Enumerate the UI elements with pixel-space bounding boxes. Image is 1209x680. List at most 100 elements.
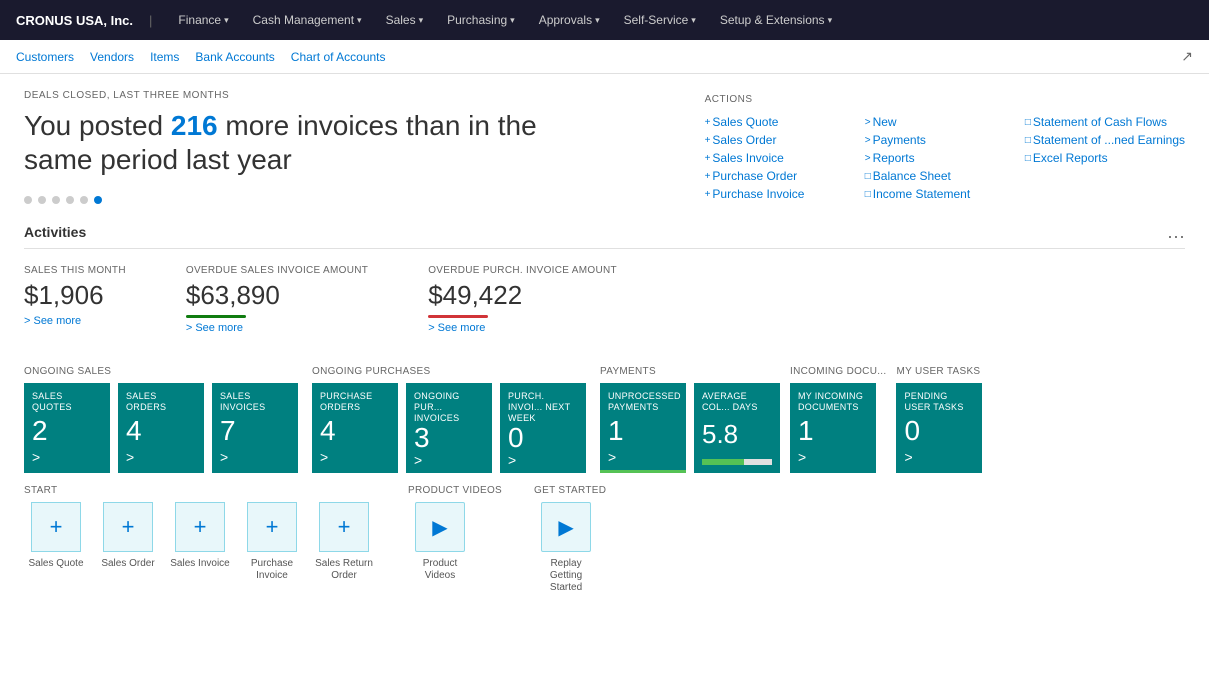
tile-avg-col-days[interactable]: AVERAGE COL... DAYS 5.8 (694, 383, 780, 473)
action-sales-order[interactable]: + Sales Order (705, 133, 865, 147)
action-sales-invoice[interactable]: + Sales Invoice (705, 151, 865, 165)
start-tile-sales-invoice[interactable]: + Sales Invoice (168, 502, 232, 582)
nav-item-finance[interactable]: Finance ▾ (168, 9, 238, 31)
tile-pending-user-tasks-value: 0 (904, 417, 974, 445)
tile-ongoing-pur-invoices[interactable]: ONGOING PUR... INVOICES 3 > (406, 383, 492, 473)
video-tile-replay-box[interactable]: ▶ (541, 502, 591, 552)
start-tile-sales-order-box[interactable]: + (103, 502, 153, 552)
metric-overdue-sales: OVERDUE SALES INVOICE AMOUNT $63,890 > S… (186, 265, 368, 334)
top-navigation: CRONUS USA, Inc. | Finance ▾ Cash Manage… (0, 0, 1209, 40)
metric-overdue-purch-link[interactable]: > See more (428, 322, 617, 334)
ongoing-sales-tiles: SALES QUOTES 2 > SALES ORDERS 4 > SALES … (24, 383, 302, 473)
user-tasks-tiles: PENDING USER TASKS 0 > (896, 383, 986, 473)
start-tile-purchase-invoice-box[interactable]: + (247, 502, 297, 552)
ongoing-purchases-label: ONGOING PURCHASES (312, 366, 590, 377)
overdue-sales-bar (186, 315, 246, 318)
subnav-chart-of-accounts[interactable]: Chart of Accounts (291, 50, 386, 64)
tile-unprocessed-payments[interactable]: UNPROCESSED PAYMENTS 1 > (600, 383, 686, 473)
ongoing-purchases-tiles: PURCHASE ORDERS 4 > ONGOING PUR... INVOI… (312, 383, 590, 473)
tile-unprocessed-payments-arrow: > (608, 449, 678, 465)
start-group: START + Sales Quote + Sales Order + Sale… (24, 485, 376, 594)
setup-chevron: ▾ (828, 15, 833, 26)
dot-2[interactable] (38, 196, 46, 204)
subnav-items[interactable]: Items (150, 50, 179, 64)
video-tile-replay[interactable]: ▶ Replay Getting Started (534, 502, 598, 594)
start-tile-sales-quote-box[interactable]: + (31, 502, 81, 552)
plus-icon-4: + (705, 171, 711, 182)
start-tile-purchase-invoice[interactable]: + Purchase Invoice (240, 502, 304, 582)
tile-sales-orders-value: 4 (126, 417, 196, 445)
action-purchase-invoice[interactable]: + Purchase Invoice (705, 187, 865, 201)
nav-item-setup[interactable]: Setup & Extensions ▾ (710, 9, 842, 31)
activities-section: Activities ··· SALES THIS MONTH $1,906 >… (0, 212, 1209, 358)
tile-sales-invoices[interactable]: SALES INVOICES 7 > (212, 383, 298, 473)
start-section: START + Sales Quote + Sales Order + Sale… (0, 481, 1209, 602)
dot-1[interactable] (24, 196, 32, 204)
start-row: START + Sales Quote + Sales Order + Sale… (24, 485, 1185, 594)
tile-sales-quotes[interactable]: SALES QUOTES 2 > (24, 383, 110, 473)
action-purchase-order[interactable]: + Purchase Order (705, 169, 865, 183)
action-balance-sheet[interactable]: □ Balance Sheet (865, 169, 1025, 183)
subnav-bank-accounts[interactable]: Bank Accounts (195, 50, 274, 64)
doc-icon-5: □ (1025, 153, 1031, 164)
action-cash-flows[interactable]: □ Statement of Cash Flows (1025, 115, 1185, 129)
nav-item-approvals[interactable]: Approvals ▾ (529, 9, 610, 31)
start-tiles: + Sales Quote + Sales Order + Sales Invo… (24, 502, 376, 582)
tile-sales-orders[interactable]: SALES ORDERS 4 > (118, 383, 204, 473)
start-tile-sales-invoice-box[interactable]: + (175, 502, 225, 552)
actions-col3: □ Statement of Cash Flows □ Statement of… (1025, 115, 1185, 201)
tile-pending-user-tasks-arrow: > (904, 449, 974, 465)
metric-overdue-sales-link[interactable]: > See more (186, 322, 368, 334)
action-retained-earnings[interactable]: □ Statement of ...ned Earnings (1025, 133, 1185, 147)
start-tile-sales-quote[interactable]: + Sales Quote (24, 502, 88, 582)
start-tile-sales-quote-label: Sales Quote (28, 558, 83, 570)
plus-icon-5: + (705, 189, 711, 200)
metric-sales-link[interactable]: > See more (24, 315, 126, 327)
tile-purch-invoi-next-week[interactable]: PURCH. INVOI... NEXT WEEK 0 > (500, 383, 586, 473)
activities-more-button[interactable]: ··· (1167, 226, 1185, 247)
tile-purchase-orders-arrow: > (320, 449, 390, 465)
start-group-label: START (24, 485, 376, 496)
nav-item-cash-management[interactable]: Cash Management ▾ (243, 9, 372, 31)
video-tile-product-videos[interactable]: ▶ Product Videos (408, 502, 472, 582)
metric-overdue-sales-value: $63,890 (186, 280, 368, 311)
cash-chevron: ▾ (357, 15, 362, 26)
action-new[interactable]: > New (865, 115, 1025, 129)
tile-pending-user-tasks[interactable]: PENDING USER TASKS 0 > (896, 383, 982, 473)
settings-icon[interactable]: ↗ (1181, 48, 1193, 65)
nav-item-purchasing[interactable]: Purchasing ▾ (437, 9, 525, 31)
get-started-tiles: ▶ Replay Getting Started (534, 502, 606, 594)
tile-purchase-orders[interactable]: PURCHASE ORDERS 4 > (312, 383, 398, 473)
subnav-customers[interactable]: Customers (16, 50, 74, 64)
action-sales-quote[interactable]: + Sales Quote (705, 115, 865, 129)
payments-tiles: UNPROCESSED PAYMENTS 1 > AVERAGE COL... … (600, 383, 780, 473)
tile-incoming-documents-arrow: > (798, 449, 868, 465)
tile-sales-quotes-value: 2 (32, 417, 102, 445)
action-excel-reports[interactable]: □ Excel Reports (1025, 151, 1185, 165)
actions-title: ACTIONS (705, 94, 1185, 105)
action-income-statement[interactable]: □ Income Statement (865, 187, 1025, 201)
start-tile-sales-order[interactable]: + Sales Order (96, 502, 160, 582)
finance-chevron: ▾ (224, 15, 229, 26)
nav-divider: | (149, 13, 152, 28)
start-tile-sales-return-order[interactable]: + Sales Return Order (312, 502, 376, 582)
dot-6-active[interactable] (94, 196, 102, 204)
nav-item-self-service[interactable]: Self-Service ▾ (614, 9, 706, 31)
plus-icon-3: + (705, 153, 711, 164)
actions-col1: + Sales Quote + Sales Order + Sales Invo… (705, 115, 865, 201)
subnav-vendors[interactable]: Vendors (90, 50, 134, 64)
tile-sales-quotes-label: SALES QUOTES (32, 391, 102, 413)
dot-4[interactable] (66, 196, 74, 204)
metric-overdue-purch-label: OVERDUE PURCH. INVOICE AMOUNT (428, 265, 617, 276)
action-payments[interactable]: > Payments (865, 133, 1025, 147)
video-tile-product-videos-box[interactable]: ▶ (415, 502, 465, 552)
start-tile-sales-return-order-box[interactable]: + (319, 502, 369, 552)
activities-title: Activities (24, 224, 86, 240)
dot-5[interactable] (80, 196, 88, 204)
dot-3[interactable] (52, 196, 60, 204)
tile-purch-invoi-next-week-arrow: > (508, 452, 578, 468)
tile-incoming-documents[interactable]: MY INCOMING DOCUMENTS 1 > (790, 383, 876, 473)
nav-item-sales[interactable]: Sales ▾ (376, 9, 434, 31)
action-reports[interactable]: > Reports (865, 151, 1025, 165)
sales-chevron: ▾ (419, 15, 424, 26)
